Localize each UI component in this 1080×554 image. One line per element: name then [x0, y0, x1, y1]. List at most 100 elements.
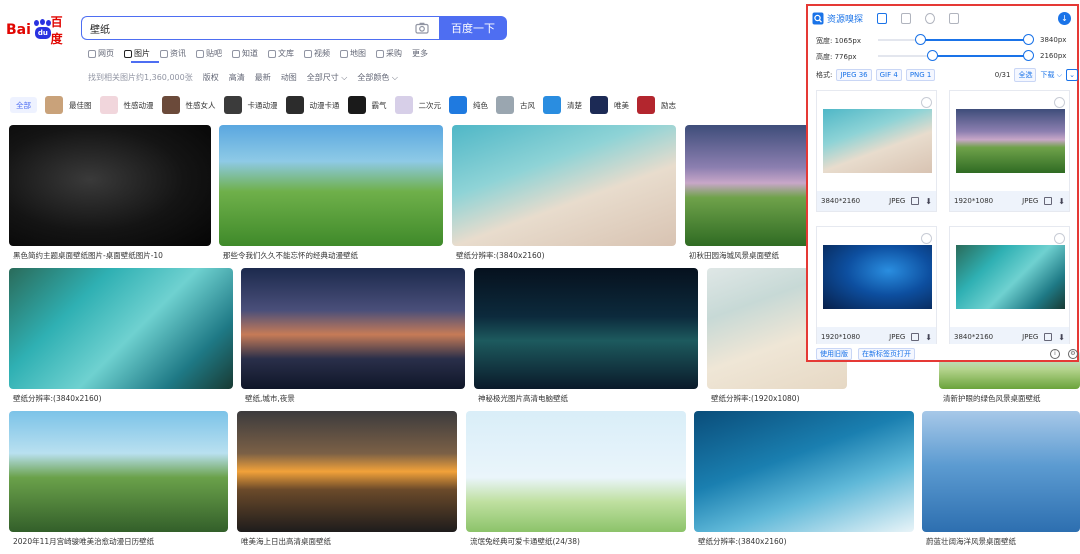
image-thumbnail[interactable] [452, 125, 676, 246]
select-checkbox[interactable] [921, 233, 932, 244]
image-thumbnail[interactable] [466, 411, 686, 532]
tab-6[interactable]: 视频 [304, 48, 330, 59]
filter-animated[interactable]: 动图 [281, 72, 297, 83]
open-external-icon[interactable] [1044, 197, 1053, 205]
image-thumbnail[interactable] [237, 411, 457, 532]
tab-7[interactable]: 地图 [340, 48, 366, 59]
tag-item[interactable]: 霸气 [347, 96, 387, 114]
image-caption[interactable]: 壁纸分辨率:(3840x2160) [698, 536, 912, 547]
width-slider[interactable]: 宽度: 1065px 3840px [816, 34, 1078, 46]
image-thumbnail[interactable] [922, 411, 1080, 532]
filter-color-dropdown[interactable]: 全部颜色 ⌵ [357, 72, 398, 83]
select-all-button[interactable]: 全选 [1014, 68, 1037, 82]
tag-item[interactable]: 唯美 [590, 96, 629, 114]
select-checkbox[interactable] [921, 97, 932, 108]
tab-0[interactable]: 网页 [88, 48, 114, 59]
resource-thumbnail[interactable] [823, 109, 932, 173]
image-thumbnail[interactable] [9, 268, 233, 389]
format-jpeg-chip[interactable]: JPEG 36 [836, 69, 872, 81]
tab-2[interactable]: 资讯 [160, 48, 186, 59]
image-caption[interactable]: 壁纸分辨率:(1920x1080) [711, 393, 845, 404]
tag-item[interactable]: 性感动漫 [99, 96, 154, 114]
width-max-knob[interactable] [1023, 34, 1034, 45]
download-icon[interactable]: ⬇ [1058, 333, 1065, 342]
resource-thumbnail[interactable] [956, 109, 1065, 173]
image-caption[interactable]: 流氓兔经典可爱卡通壁纸(24/38) [470, 536, 684, 547]
format-png-chip[interactable]: PNG 1 [905, 69, 936, 81]
tag-item[interactable]: 最佳图 [45, 96, 92, 114]
image-thumbnail[interactable] [694, 411, 914, 532]
image-thumbnail[interactable] [9, 125, 211, 246]
download-dropdown[interactable]: 下载 ⌵ [1040, 70, 1062, 80]
resource-thumbnail[interactable] [956, 245, 1065, 309]
height-max-knob[interactable] [1023, 50, 1034, 61]
tag-label: 动漫卡通 [309, 100, 340, 110]
open-external-icon[interactable] [1044, 333, 1053, 341]
resource-card[interactable]: 3840*2160 JPEG ⬇ [949, 226, 1070, 344]
resource-card[interactable]: 1920*1080 JPEG ⬇ [816, 226, 937, 344]
image-caption[interactable]: 唯美海上日出高清桌面壁纸 [241, 536, 455, 547]
logo-bai-text: Bai [6, 22, 31, 38]
resource-card[interactable]: 1920*1080 JPEG ⬇ [949, 90, 1070, 212]
old-version-button[interactable]: 使用旧版 [816, 348, 852, 360]
image-thumbnail[interactable] [9, 411, 228, 532]
open-external-icon[interactable] [911, 333, 920, 341]
image-thumbnail[interactable] [474, 268, 698, 389]
height-min-knob[interactable] [927, 50, 938, 61]
download-icon[interactable]: ⬇ [925, 197, 932, 206]
tag-all[interactable]: 全部 [10, 97, 37, 113]
filter-size-dropdown[interactable]: 全部尺寸 ⌵ [307, 72, 348, 83]
image-caption[interactable]: 那些令我们久久不能忘怀的经典动漫壁纸 [223, 250, 441, 261]
filter-copyright[interactable]: 版权 [203, 72, 219, 83]
download-icon[interactable]: ⬇ [1058, 197, 1065, 206]
resource-thumbnail[interactable] [823, 245, 932, 309]
tag-item[interactable]: 古风 [496, 96, 535, 114]
height-slider[interactable]: 高度: 776px 2160px [816, 50, 1078, 62]
video-tab-icon[interactable] [901, 12, 912, 24]
camera-icon[interactable] [415, 22, 429, 34]
tag-item[interactable]: 性感女人 [161, 96, 216, 114]
tag-item[interactable]: 纯色 [449, 96, 488, 114]
image-caption[interactable]: 清新护眼的绿色风景桌面壁纸 [943, 393, 1078, 404]
tab-5[interactable]: 文库 [268, 48, 294, 59]
tag-item[interactable]: 清楚 [543, 96, 582, 114]
select-checkbox[interactable] [1054, 233, 1065, 244]
filter-hd[interactable]: 高清 [229, 72, 245, 83]
open-external-icon[interactable] [911, 197, 920, 205]
open-new-tab-button[interactable]: 在新标签页打开 [858, 348, 915, 360]
image-caption[interactable]: 蔚蓝壮阔海洋风景桌面壁纸 [926, 536, 1078, 547]
tag-item[interactable]: 卡通动漫 [223, 96, 278, 114]
search-button[interactable]: 百度一下 [439, 16, 507, 40]
tab-8[interactable]: 采购 [376, 48, 402, 59]
baidu-logo[interactable]: Bai du 百度 [6, 15, 70, 46]
image-caption[interactable]: 壁纸,城市,夜景 [245, 393, 463, 404]
tab-3[interactable]: 贴吧 [196, 48, 222, 59]
document-tab-icon[interactable] [949, 12, 960, 24]
chevron-down-icon[interactable]: ⌄ [1066, 69, 1078, 81]
resource-card[interactable]: 3840*2160 JPEG ⬇ [816, 90, 937, 212]
tag-item[interactable]: 励志 [637, 96, 676, 114]
image-caption[interactable]: 壁纸分辨率:(3840x2160) [13, 393, 231, 404]
image-thumbnail[interactable] [241, 268, 465, 389]
image-caption[interactable]: 2020年11月宫崎骏唯美治愈动漫日历壁纸 [13, 536, 226, 547]
settings-icon[interactable]: ⚙ [1068, 349, 1078, 359]
image-thumbnail[interactable] [219, 125, 443, 246]
info-icon[interactable]: i [1050, 349, 1060, 359]
image-caption[interactable]: 壁纸分辨率:(3840x2160) [456, 250, 674, 261]
search-input[interactable] [90, 22, 400, 34]
tag-item[interactable]: 动漫卡通 [285, 96, 340, 114]
tab-4[interactable]: 知道 [232, 48, 258, 59]
width-min-knob[interactable] [915, 34, 926, 45]
image-caption[interactable]: 神秘极光图片高清电脑壁纸 [478, 393, 696, 404]
format-gif-chip[interactable]: GIF 4 [875, 69, 902, 81]
music-tab-icon[interactable] [925, 12, 936, 24]
download-icon[interactable]: ⬇ [925, 333, 932, 342]
tag-item[interactable]: 二次元 [394, 96, 441, 114]
download-circle-icon[interactable]: ↓ [1058, 12, 1071, 25]
image-caption[interactable]: 黑色简约主题桌面壁纸图片-桌面壁纸图片-10 [13, 250, 209, 261]
tab-1[interactable]: 图片 [124, 48, 150, 59]
filter-latest[interactable]: 最新 [255, 72, 271, 83]
tab-9[interactable]: 更多 [412, 48, 428, 59]
select-checkbox[interactable] [1054, 97, 1065, 108]
image-tab-icon[interactable] [877, 12, 888, 24]
